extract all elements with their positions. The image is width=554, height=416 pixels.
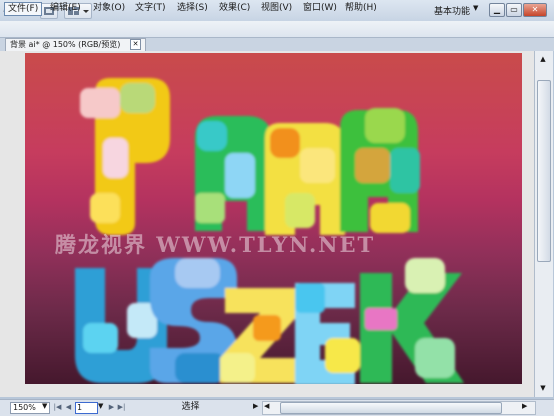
scroll-down-icon[interactable]: ▼	[536, 381, 550, 395]
last-artboard-icon[interactable]: ▶|	[117, 402, 126, 412]
menu-view[interactable]: 视图(V)	[258, 2, 295, 14]
menu-edit[interactable]: 编辑(E)	[47, 2, 84, 14]
top-row-letters	[80, 78, 420, 235]
menu-type[interactable]: 文字(T)	[132, 2, 169, 14]
watermark-text: 腾龙视界 WWW.TLYN.NET	[55, 232, 376, 257]
scroll-up-icon[interactable]: ▲	[536, 52, 550, 66]
close-button[interactable]: ✕	[523, 3, 547, 17]
zoom-dropdown-icon[interactable]: ▼	[42, 402, 47, 410]
menu-window[interactable]: 窗口(W)	[300, 2, 340, 14]
scroll-right-icon[interactable]: ▶	[522, 402, 527, 410]
artboard-number-field[interactable]: 1	[75, 402, 98, 414]
artboard-dropdown-icon[interactable]: ▼	[98, 402, 103, 410]
menu-object[interactable]: 对象(O)	[90, 2, 128, 14]
chevron-down-icon[interactable]: ▼	[473, 4, 478, 12]
document-tab[interactable]: 背景 ai* @ 150% (RGB/预览)	[5, 38, 146, 51]
artboard[interactable]: 腾龙视界 WWW.TLYN.NET	[25, 53, 522, 384]
scroll-left-icon[interactable]: ◀	[264, 402, 269, 410]
status-menu-icon[interactable]: ▶	[253, 402, 258, 410]
status-mode[interactable]: 选择	[128, 401, 253, 413]
menu-effect[interactable]: 效果(C)	[216, 2, 253, 14]
previous-artboard-icon[interactable]: ◀	[64, 402, 73, 412]
menu-help[interactable]: 帮助(H)	[342, 2, 380, 14]
restore-button[interactable]: ▭	[506, 3, 522, 17]
first-artboard-icon[interactable]: |◀	[53, 402, 62, 412]
bubble-letter-artwork[interactable]	[25, 53, 522, 384]
vertical-scroll-thumb[interactable]	[537, 80, 551, 262]
next-artboard-icon[interactable]: ▶	[107, 402, 116, 412]
workspace-switcher[interactable]: 基本功能	[434, 4, 470, 17]
menu-bar	[0, 21, 554, 38]
horizontal-scroll-thumb[interactable]	[280, 402, 502, 414]
tab-close-icon[interactable]: ✕	[130, 39, 141, 50]
minimize-button[interactable]: ▁	[489, 3, 505, 17]
menu-file[interactable]: 文件(F)	[4, 2, 43, 16]
menu-select[interactable]: 选择(S)	[174, 2, 211, 14]
bottom-row-letters	[75, 258, 464, 384]
